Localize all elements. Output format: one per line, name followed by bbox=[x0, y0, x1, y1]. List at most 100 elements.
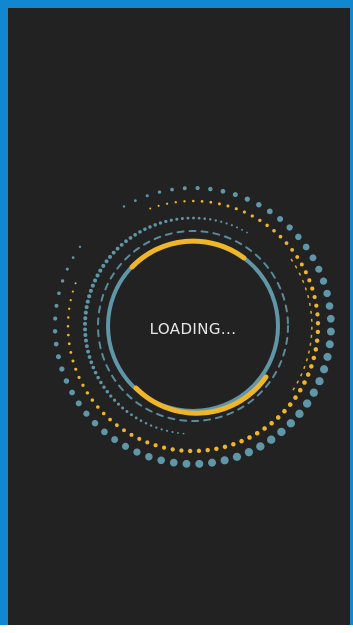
inner-ring-dot bbox=[84, 344, 89, 348]
inner-ring-dot bbox=[83, 333, 88, 337]
outer-ring-dot bbox=[53, 316, 58, 321]
middle-ring-dot bbox=[284, 241, 289, 245]
inner-ring-dot bbox=[169, 218, 173, 222]
outer-ring-dot bbox=[323, 352, 332, 361]
middle-ring-dot bbox=[254, 430, 260, 436]
outer-ring-dot bbox=[78, 245, 82, 249]
middle-ring-dot bbox=[314, 303, 319, 308]
outer-ring-dot bbox=[295, 233, 302, 241]
outer-ring-dot bbox=[75, 400, 82, 407]
outer-ring-dot bbox=[220, 456, 229, 465]
inner-ring-dot bbox=[124, 239, 128, 244]
outer-ring-dot bbox=[182, 459, 191, 468]
middle-ring-dot bbox=[66, 325, 70, 328]
inner-ring-dot bbox=[87, 355, 92, 359]
inner-ring-dot bbox=[246, 231, 248, 234]
middle-ring-dot bbox=[85, 391, 90, 395]
app-screen: LOADING... bbox=[0, 0, 353, 625]
middle-ring-dot bbox=[74, 367, 78, 371]
outer-ring-dot bbox=[91, 419, 99, 427]
outer-ring-dot bbox=[277, 215, 284, 222]
outer-ring-dot bbox=[111, 436, 119, 444]
inner-ring-dot bbox=[111, 250, 116, 255]
middle-ring-dot bbox=[307, 278, 312, 283]
inner-ring-dot bbox=[164, 219, 168, 224]
middle-ring-dot bbox=[67, 342, 71, 346]
middle-ring-dot bbox=[200, 200, 204, 203]
middle-ring-dot bbox=[310, 286, 315, 291]
middle-ring-dot bbox=[71, 359, 75, 363]
inner-ring-dot bbox=[186, 216, 190, 220]
outer-ring-dot bbox=[157, 456, 165, 465]
middle-ring-dot bbox=[174, 201, 177, 204]
outer-ring-dot bbox=[232, 452, 242, 461]
inner-ring-dot bbox=[112, 398, 117, 402]
middle-ring-dot bbox=[302, 380, 307, 385]
outer-ring-dot bbox=[60, 279, 65, 283]
inner-ring-dot bbox=[83, 321, 87, 326]
middle-ring-dot bbox=[77, 375, 81, 379]
inner-ring-dot bbox=[155, 426, 158, 429]
middle-ring-dot bbox=[218, 202, 221, 206]
middle-ring-dot bbox=[145, 440, 150, 445]
outer-ring-dot bbox=[170, 187, 174, 192]
inner-ring-dot bbox=[175, 217, 179, 221]
outer-ring-dot bbox=[55, 354, 61, 360]
outer-ring-dot bbox=[59, 366, 65, 372]
inner-ring-dot bbox=[115, 246, 120, 251]
middle-ring-dot bbox=[101, 411, 106, 416]
outer-ring-dot bbox=[69, 389, 75, 396]
inner-ring-dot bbox=[130, 413, 133, 417]
outer-ring-dot bbox=[315, 265, 323, 273]
middle-ring-dot bbox=[309, 364, 314, 369]
middle-ring-dot bbox=[192, 199, 195, 203]
inner-ring-dot bbox=[116, 402, 120, 406]
middle-ring-dot bbox=[247, 435, 252, 440]
outer-ring-dot bbox=[52, 329, 58, 334]
outer-ring-dot bbox=[302, 399, 312, 408]
outer-ring-dot bbox=[195, 459, 204, 468]
inner-ring-dot bbox=[128, 236, 133, 240]
middle-ring-dot bbox=[162, 445, 167, 450]
middle-ring-dot bbox=[293, 395, 298, 400]
outer-ring-dot bbox=[220, 188, 226, 194]
outer-ring-dot bbox=[169, 458, 178, 467]
inner-ring-dot bbox=[144, 422, 148, 425]
middle-ring-dot bbox=[209, 200, 213, 204]
middle-ring-dot bbox=[272, 229, 276, 233]
inner-ring-dot bbox=[165, 429, 169, 432]
middle-ring-dot bbox=[214, 446, 219, 452]
outer-ring-dot bbox=[295, 409, 304, 419]
inner-ring-dot bbox=[134, 416, 138, 420]
middle-ring-dot bbox=[108, 417, 112, 422]
middle-ring-dot bbox=[166, 202, 169, 205]
inner-ring-dot bbox=[91, 365, 96, 370]
progress-ring-arc-top bbox=[129, 238, 247, 270]
middle-ring-dot bbox=[179, 448, 184, 453]
outer-ring-dot bbox=[208, 458, 217, 467]
middle-ring-dot bbox=[196, 448, 202, 454]
outer-ring-dot bbox=[326, 314, 335, 323]
inner-ring-dot bbox=[119, 242, 124, 247]
outer-ring-dot bbox=[83, 410, 90, 417]
outer-ring-dot bbox=[195, 186, 200, 191]
middle-ring-dot bbox=[242, 210, 246, 214]
inner-ring-dot bbox=[102, 385, 106, 389]
outer-ring-dot bbox=[54, 303, 59, 308]
middle-ring-dot bbox=[74, 282, 77, 285]
middle-ring-dot bbox=[157, 204, 160, 207]
outer-ring-dot bbox=[134, 199, 137, 202]
inner-ring-dot bbox=[182, 432, 185, 435]
outer-ring-dot bbox=[277, 427, 286, 437]
middle-ring-dot bbox=[153, 443, 158, 448]
middle-ring-dot bbox=[278, 234, 283, 239]
middle-ring-dot bbox=[290, 247, 294, 252]
middle-ring-dot bbox=[222, 444, 228, 450]
middle-ring-dot bbox=[313, 347, 319, 352]
inner-ring-dot bbox=[85, 299, 90, 304]
middle-ring-dot bbox=[183, 200, 186, 203]
inner-ring-dot bbox=[148, 225, 152, 229]
inner-ring-dot bbox=[138, 230, 142, 234]
outer-ring-dot bbox=[256, 442, 265, 451]
middle-ring-dot bbox=[90, 398, 95, 402]
